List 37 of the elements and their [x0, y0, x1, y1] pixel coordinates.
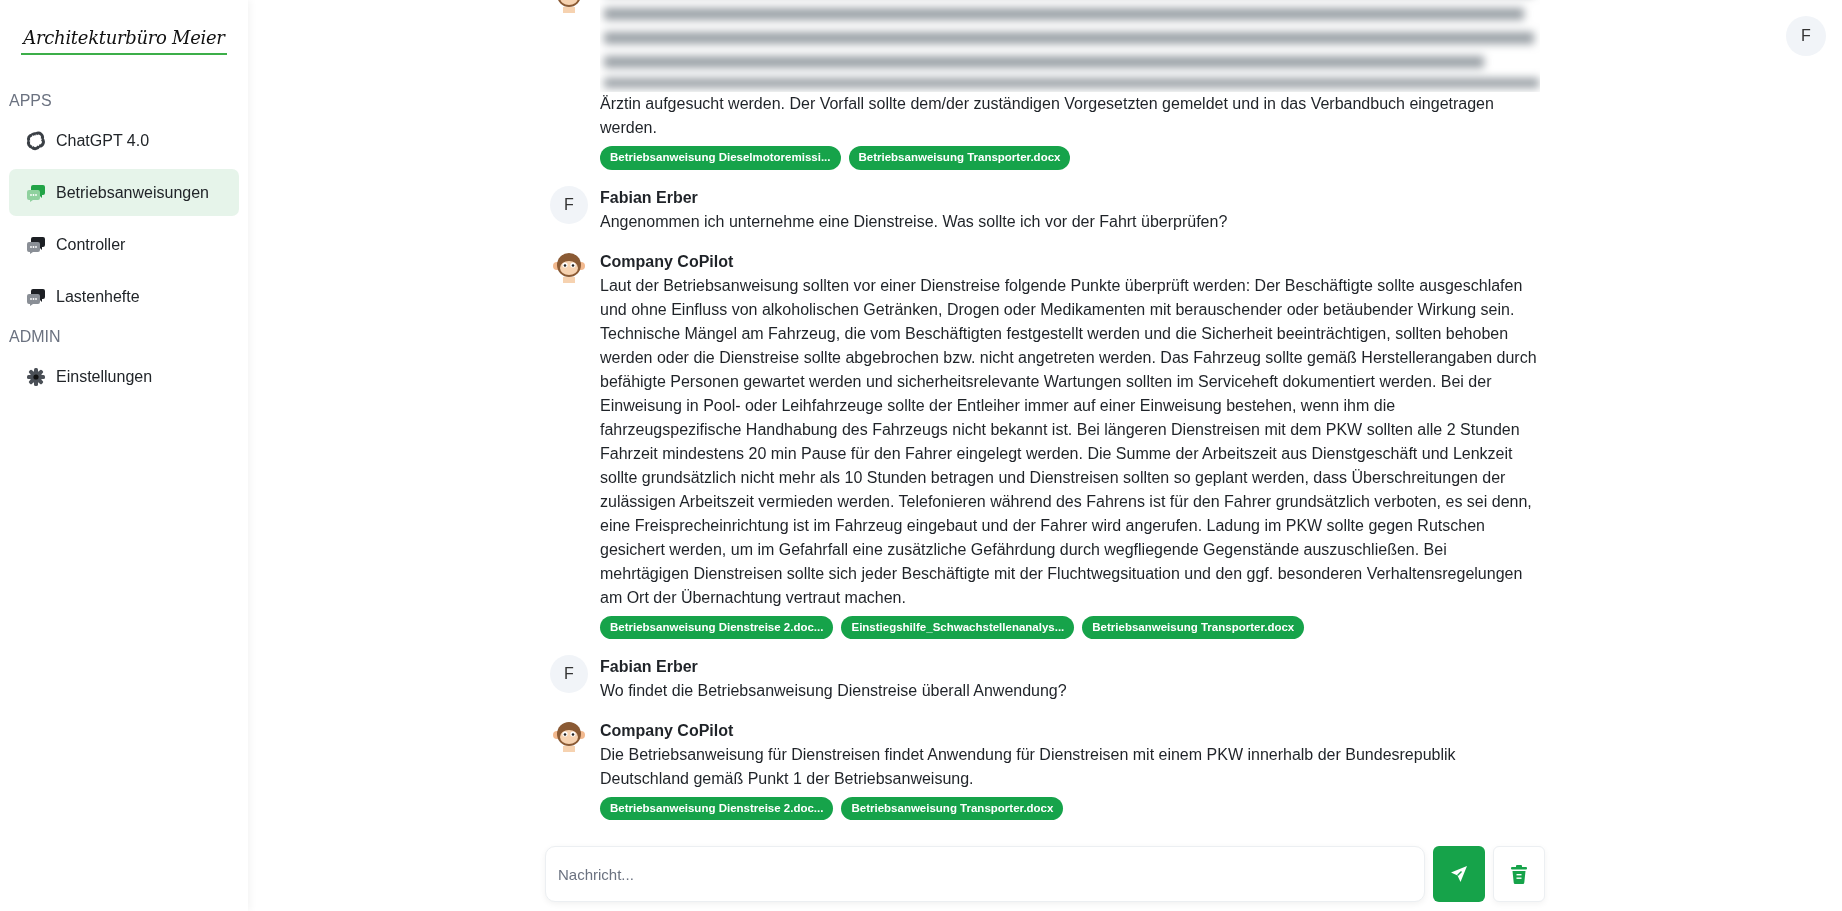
- author-name: Fabian Erber: [600, 187, 699, 208]
- settings-icon: [26, 366, 46, 387]
- nav-item[interactable]: ChatGPT 4.0: [9, 117, 239, 164]
- send-icon: [1449, 864, 1469, 884]
- logo: Architekturbüro Meier: [21, 24, 227, 55]
- nav-item[interactable]: Einstellungen: [9, 353, 239, 400]
- section-heading: APPS: [9, 91, 53, 111]
- source-tag[interactable]: Betriebsanweisung Transporter.docx: [848, 146, 1071, 170]
- delete-button[interactable]: [1493, 846, 1545, 902]
- nav-item[interactable]: Betriebsanweisungen: [9, 169, 239, 216]
- author-name: Company CoPilot: [600, 720, 735, 741]
- message-text: Die Betriebsanweisung für Dienstreisen findet Anwendung für Dienstreisen mit einem PKW innerhalb der Bundesrepublik Deutschland gemäß Punkt 1 der Betriebsanweisung.: [600, 744, 1457, 789]
- source-tag[interactable]: Betriebsanweisung Transporter.docx: [1082, 615, 1305, 639]
- source-tag[interactable]: Einstiegshilfe_Schwachstellenanalys...: [841, 615, 1075, 639]
- nav-item[interactable]: Lastenhefte: [9, 273, 239, 320]
- avatar: F: [550, 654, 588, 693]
- send-button[interactable]: [1433, 846, 1485, 902]
- message-text: Angenommen ich unternehme eine Dienstreise. Was sollte ich vor der Fahrt überprüfen?: [600, 211, 1229, 232]
- avatar[interactable]: F: [1786, 16, 1826, 56]
- avatar: F: [550, 185, 588, 224]
- source-tag[interactable]: Betriebsanweisung Dienstreise 2.doc...: [600, 796, 834, 820]
- trash-icon: [1510, 864, 1528, 884]
- chat-bubbles-icon: [26, 234, 46, 255]
- message-text: Laut der Betriebsanweisung sollten vor einer Dienstreise folgende Punkte überprüft werden: Der Beschäftigte sollte ausgeschlafen und ohne Einfluss von alkoholischen Getränken, Drogen oder Medikamenten mit berauschender oder betäubender Wirkung sein. Technische Mängel am Fahrzeug, die vom Beschäftigten festgestellt werden und die Sicherheit beeinträchtigen, sollten behoben werden oder die Dienstreise sollte abgebrochen bzw. nicht angetreten werden. Das Fahrzeug sollte gemäß Herstellerangaben durch befähigte Personen gewartet werden und sicherheitsrelevante Wartungen sollten im Serviceheft dokumentiert werden. Bei der Einweisung in Pool- oder Leihfahrzeuge sollte der Entleiher immer auf einer Einweisung bestehen, wenn ihm die fahrzeugspezifische Handhabung des Fahrzeugs nicht bekannt ist. Bei längeren Dienstreisen mit dem PKW sollten alle 2 Stunden Fahrzeit mindestens 20 min Pause für den Fahrer eingelegt werden. Die Summe der Arbeitszeit aus Dienstgeschäft und Lenkzeit sollte grundsätzlich nicht mehr als 10 Stunden betragen und Dienstreisen sollten so geplant werden, dass Überschreitungen der zulässigen Arbeitszeit vermieden werden. Telefonieren während des Fahrens ist für den Fahrer grundsätzlich verboten, es sei denn, eine Freisprecheinrichtung ist im Fahrzeug eingebaut und der Fahrer wird angerufen. Ladung im PKW sollte gegen Rutschen gesichert werden, um im Gefahrfall eine zusätzliche Gefährdung durch wegfliegende Gegenstände auszuschließen. Bei mehrtägigen Dienstreisen sollte sich jeder Beschäftigte mit der Fluchtwegsituation und den ggf. besonderen Verhaltensregelungen am Ort der Übernachtung vertraut machen.: [600, 275, 1538, 608]
- message-text: Wo findet die Betriebsanweisung Dienstreise überall Anwendung?: [600, 680, 1068, 701]
- author-name: Fabian Erber: [600, 656, 699, 677]
- message-input[interactable]: Nachricht...: [545, 846, 1425, 902]
- knot-icon: [26, 130, 46, 151]
- section-heading: ADMIN: [9, 327, 62, 347]
- chat-bubbles-icon: [26, 182, 46, 203]
- chat-bubbles-icon: [26, 286, 46, 307]
- source-tag[interactable]: Betriebsanweisung Dienstreise 2.doc...: [600, 615, 834, 639]
- source-tag[interactable]: Betriebsanweisung Dieselmotoremissi...: [600, 146, 841, 170]
- author-name: Company CoPilot: [600, 251, 735, 272]
- message-text: Ärztin aufgesucht werden. Der Vorfall sollte dem/der zuständigen Vorgesetzten gemeldet und in das Verbandbuch eingetragen werden.: [600, 94, 1495, 139]
- nav-item[interactable]: Controller: [9, 221, 239, 268]
- source-tag[interactable]: Betriebsanweisung Transporter.docx: [841, 796, 1064, 820]
